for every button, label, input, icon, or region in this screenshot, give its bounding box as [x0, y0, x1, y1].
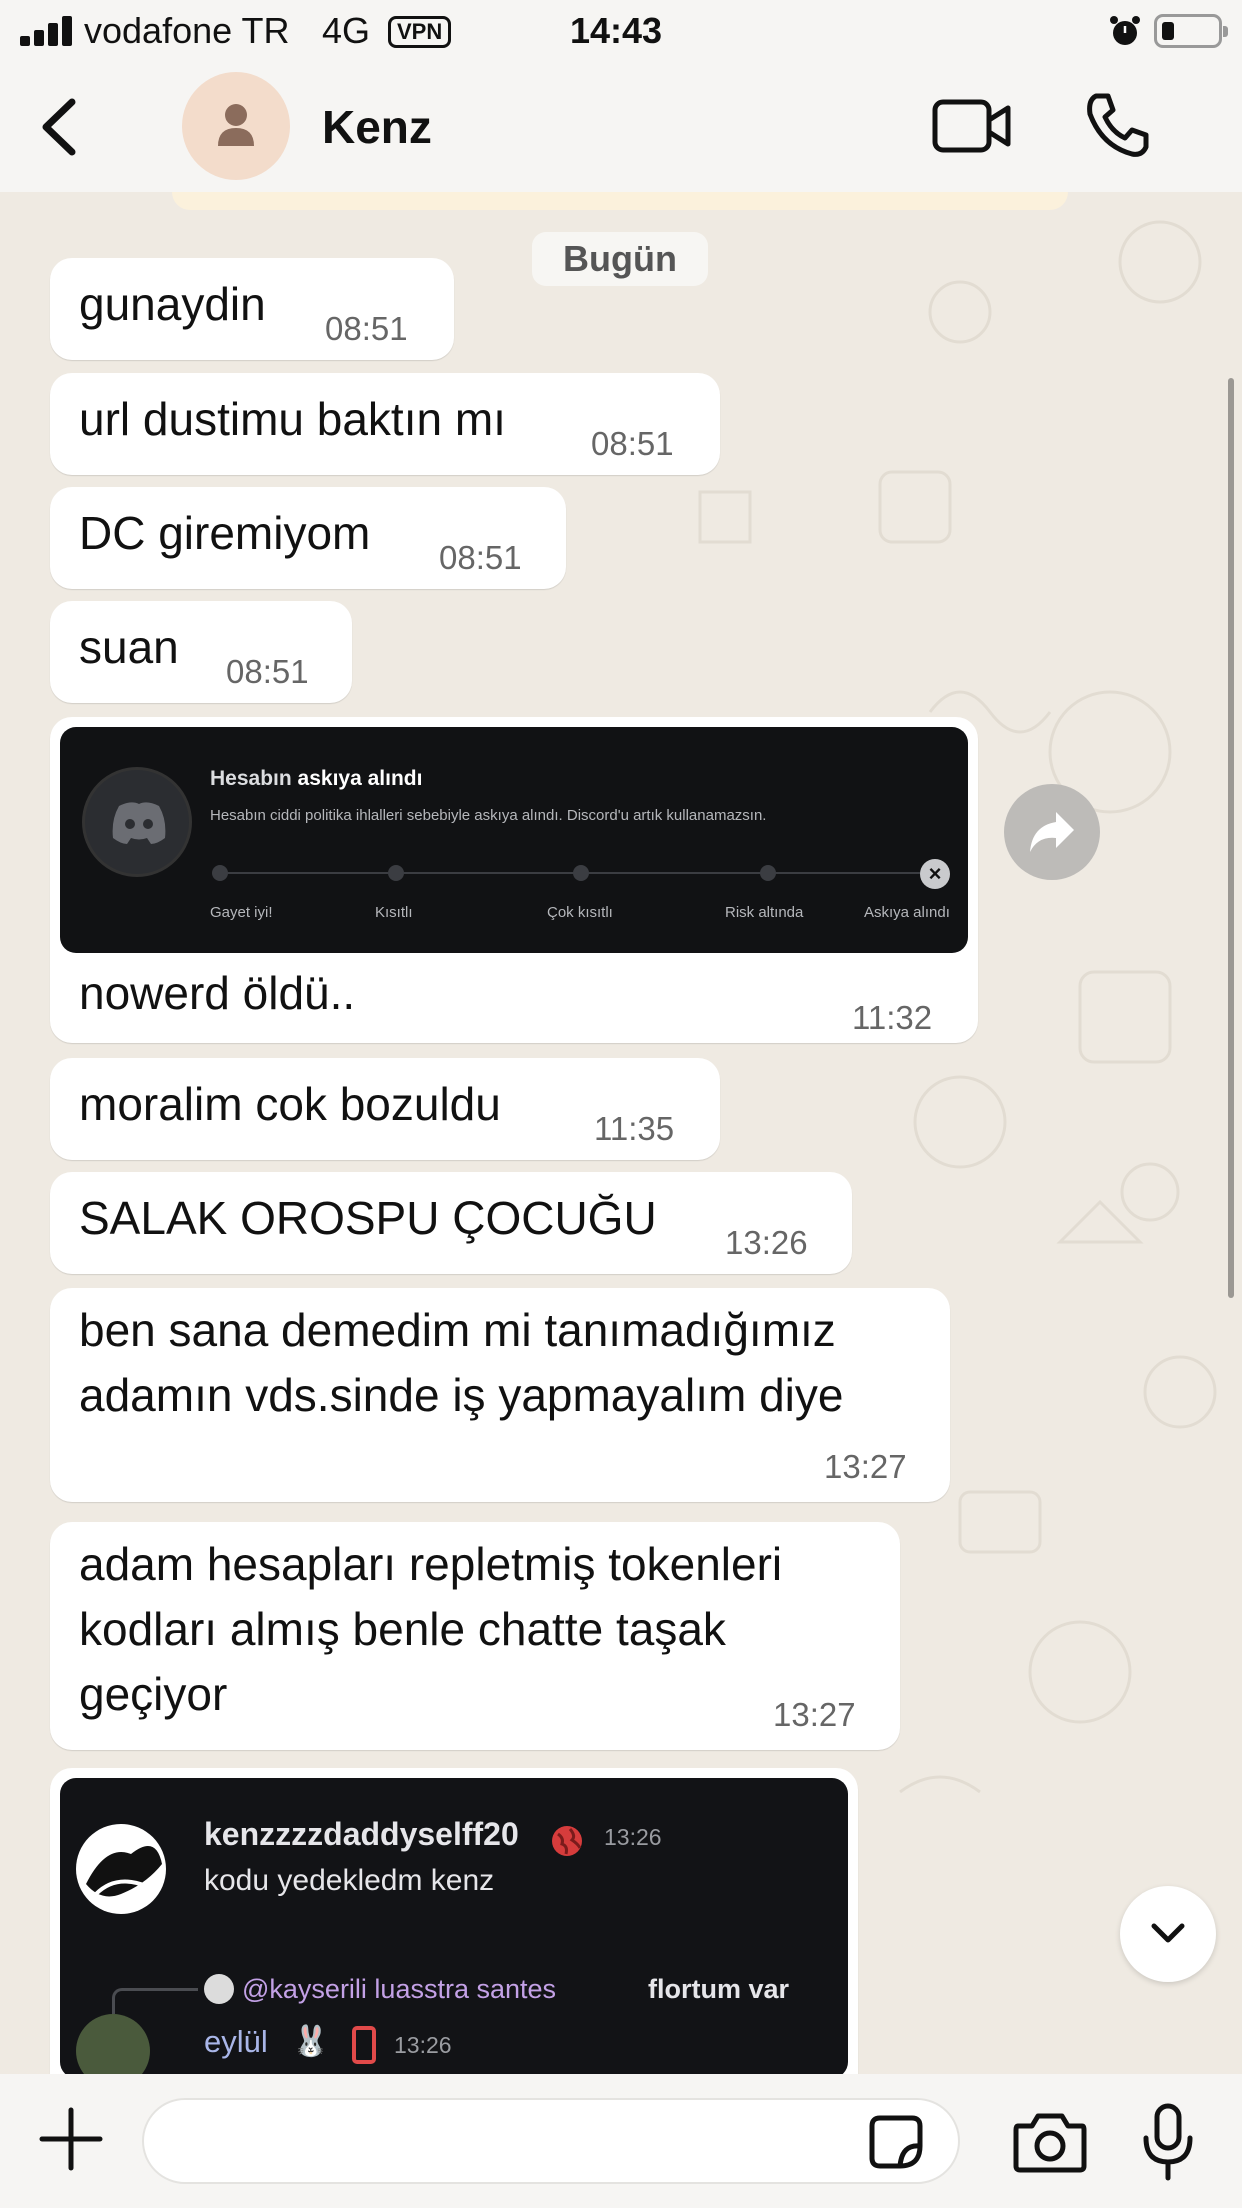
discord-username: eylül — [204, 2024, 268, 2059]
pinned-banner — [172, 192, 1068, 210]
message-text: nowerd öldü.. — [79, 967, 356, 1019]
status-bar: vodafone TR 4G VPN 14:43 — [0, 0, 1242, 62]
avatar — [76, 2014, 150, 2074]
message-text: url dustimu baktın mı — [79, 393, 506, 445]
message-input[interactable] — [142, 2098, 960, 2184]
avatar[interactable] — [182, 72, 290, 180]
discord-timestamp: 13:26 — [394, 2032, 452, 2058]
message-text: moralim cok bozuldu — [79, 1078, 501, 1130]
message-bubble[interactable]: suan 08:51 — [50, 601, 352, 703]
date-separator: Bugün — [532, 232, 708, 286]
message-bubble[interactable]: SALAK OROSPU ÇOCUĞU 13:26 — [50, 1172, 852, 1274]
progress-dot — [760, 865, 776, 881]
discord-chat-screenshot[interactable]: kenzzzzdaddyselff20 13:26 kodu yedekledm… — [60, 1778, 848, 2074]
reply-text: flortum var — [648, 1974, 790, 2004]
message-time: 13:27 — [824, 1448, 907, 1485]
message-bubble[interactable]: adam hesapları repletmiş tokenleri kodla… — [50, 1522, 900, 1750]
discord-message: kodu yedekledm kenz — [204, 1864, 495, 1897]
message-text: adam hesapları repletmiş tokenleri kodla… — [79, 1538, 783, 1720]
image-message-bubble[interactable]: Hesabın askıya alındı Hesabın ciddi poli… — [50, 717, 978, 1043]
message-text: gunaydin — [79, 278, 266, 330]
step-label: Çok kısıtlı — [547, 904, 613, 921]
message-bubble[interactable]: gunaydin 08:51 — [50, 258, 454, 360]
message-time: 11:32 — [852, 999, 933, 1036]
vpn-badge: VPN — [388, 16, 452, 48]
camera-icon[interactable] — [1012, 2110, 1088, 2174]
message-text: SALAK OROSPU ÇOCUĞU — [79, 1192, 657, 1244]
discord-username: kenzzzzdaddyselff20 — [204, 1816, 519, 1852]
ban-description: Hesabın ciddi politika ihlalleri sebebiy… — [210, 807, 767, 824]
share-arrow-icon — [1030, 812, 1074, 852]
step-label: Risk altında — [725, 904, 804, 921]
avatar — [204, 1974, 234, 2004]
message-list[interactable]: Bugün gunaydin 08:51 url dustimu baktın … — [0, 192, 1242, 2074]
message-text: DC giremiyom — [79, 507, 371, 559]
phone-icon[interactable] — [1082, 90, 1152, 160]
message-text: suan — [79, 621, 179, 673]
discord-logo-icon — [82, 767, 192, 877]
contact-name[interactable]: Kenz — [322, 100, 432, 154]
video-camera-icon[interactable] — [932, 98, 1012, 154]
chevron-down-icon — [1151, 1923, 1185, 1943]
battery-icon — [1154, 14, 1228, 48]
signal-icon — [20, 16, 74, 46]
clock: 14:43 — [570, 10, 663, 51]
progress-dot — [388, 865, 404, 881]
reply-connector — [112, 1988, 198, 2014]
message-bubble[interactable]: moralim cok bozuldu 11:35 — [50, 1058, 720, 1160]
alarm-icon — [1110, 16, 1140, 45]
message-bubble[interactable]: url dustimu baktın mı 08:51 — [50, 373, 720, 475]
microphone-icon[interactable] — [1140, 2102, 1196, 2182]
person-icon — [218, 104, 254, 146]
reply-mention: @kayserili luasstra santes — [242, 1974, 557, 2004]
network-type: 4G — [322, 10, 371, 51]
plus-icon[interactable] — [36, 2104, 106, 2174]
message-time: 11:35 — [594, 1110, 675, 1147]
whatsapp-chat-screen: vodafone TR 4G VPN 14:43 Kenz Bugün guna… — [0, 0, 1242, 2208]
image-message-bubble[interactable]: kenzzzzdaddyselff20 13:26 kodu yedekledm… — [50, 1768, 858, 2074]
ban-title: Hesabın askıya alındı — [210, 767, 423, 790]
step-label: Gayet iyi! — [210, 904, 273, 921]
carrier-name: vodafone TR — [84, 10, 290, 51]
message-time: 08:51 — [439, 539, 522, 576]
message-time: 08:51 — [591, 425, 674, 462]
message-bubble[interactable]: ben sana demedim mi tanımadığımız adamın… — [50, 1288, 950, 1502]
message-time: 13:26 — [725, 1224, 808, 1261]
globe-icon — [552, 1826, 582, 1856]
step-label: Kısıtlı — [375, 904, 413, 921]
message-text: ben sana demedim mi tanımadığımız adamın… — [79, 1304, 844, 1421]
sticker-icon[interactable] — [868, 2114, 924, 2170]
chevron-left-icon[interactable] — [30, 92, 90, 162]
progress-dot — [212, 865, 228, 881]
message-time: 13:27 — [773, 1696, 856, 1733]
discord-ban-screenshot[interactable]: Hesabın askıya alındı Hesabın ciddi poli… — [60, 727, 968, 953]
discord-timestamp: 13:26 — [604, 1824, 662, 1850]
scroll-to-bottom-button[interactable] — [1120, 1886, 1216, 1982]
close-circle-icon: × — [920, 859, 950, 889]
forward-button[interactable] — [1004, 784, 1100, 880]
step-label: Askıya alındı — [864, 904, 950, 921]
progress-dot — [573, 865, 589, 881]
message-time: 08:51 — [325, 310, 408, 347]
message-bubble[interactable]: DC giremiyom 08:51 — [50, 487, 566, 589]
message-time: 08:51 — [226, 653, 309, 690]
chat-header: Kenz — [0, 62, 1242, 192]
mobile-phone-icon — [352, 2026, 376, 2064]
message-composer — [0, 2074, 1242, 2208]
scrollbar[interactable] — [1228, 378, 1234, 1298]
bunny-emoji-icon: 🐰 — [292, 2025, 330, 2058]
avatar — [76, 1824, 166, 1914]
